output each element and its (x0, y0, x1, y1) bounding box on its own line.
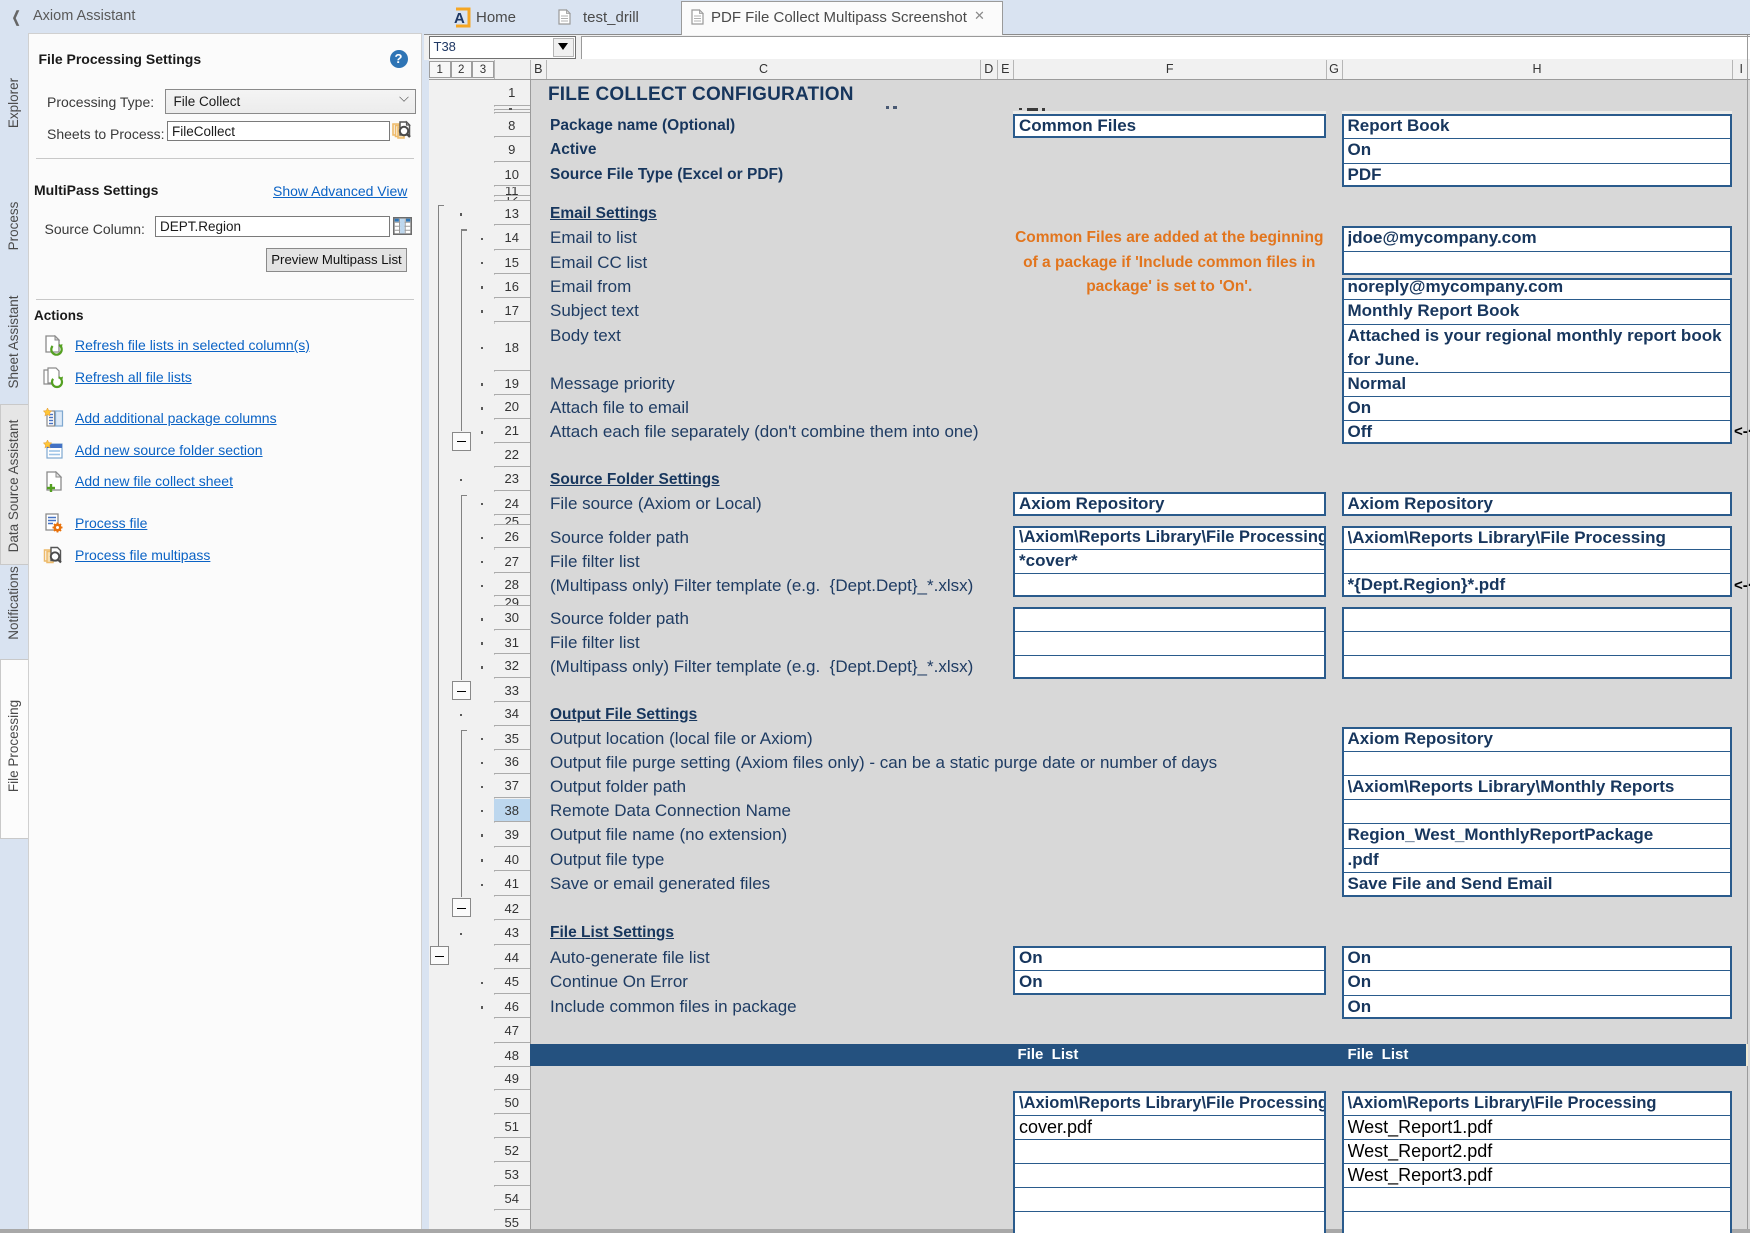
svg-text:A: A (454, 10, 465, 27)
